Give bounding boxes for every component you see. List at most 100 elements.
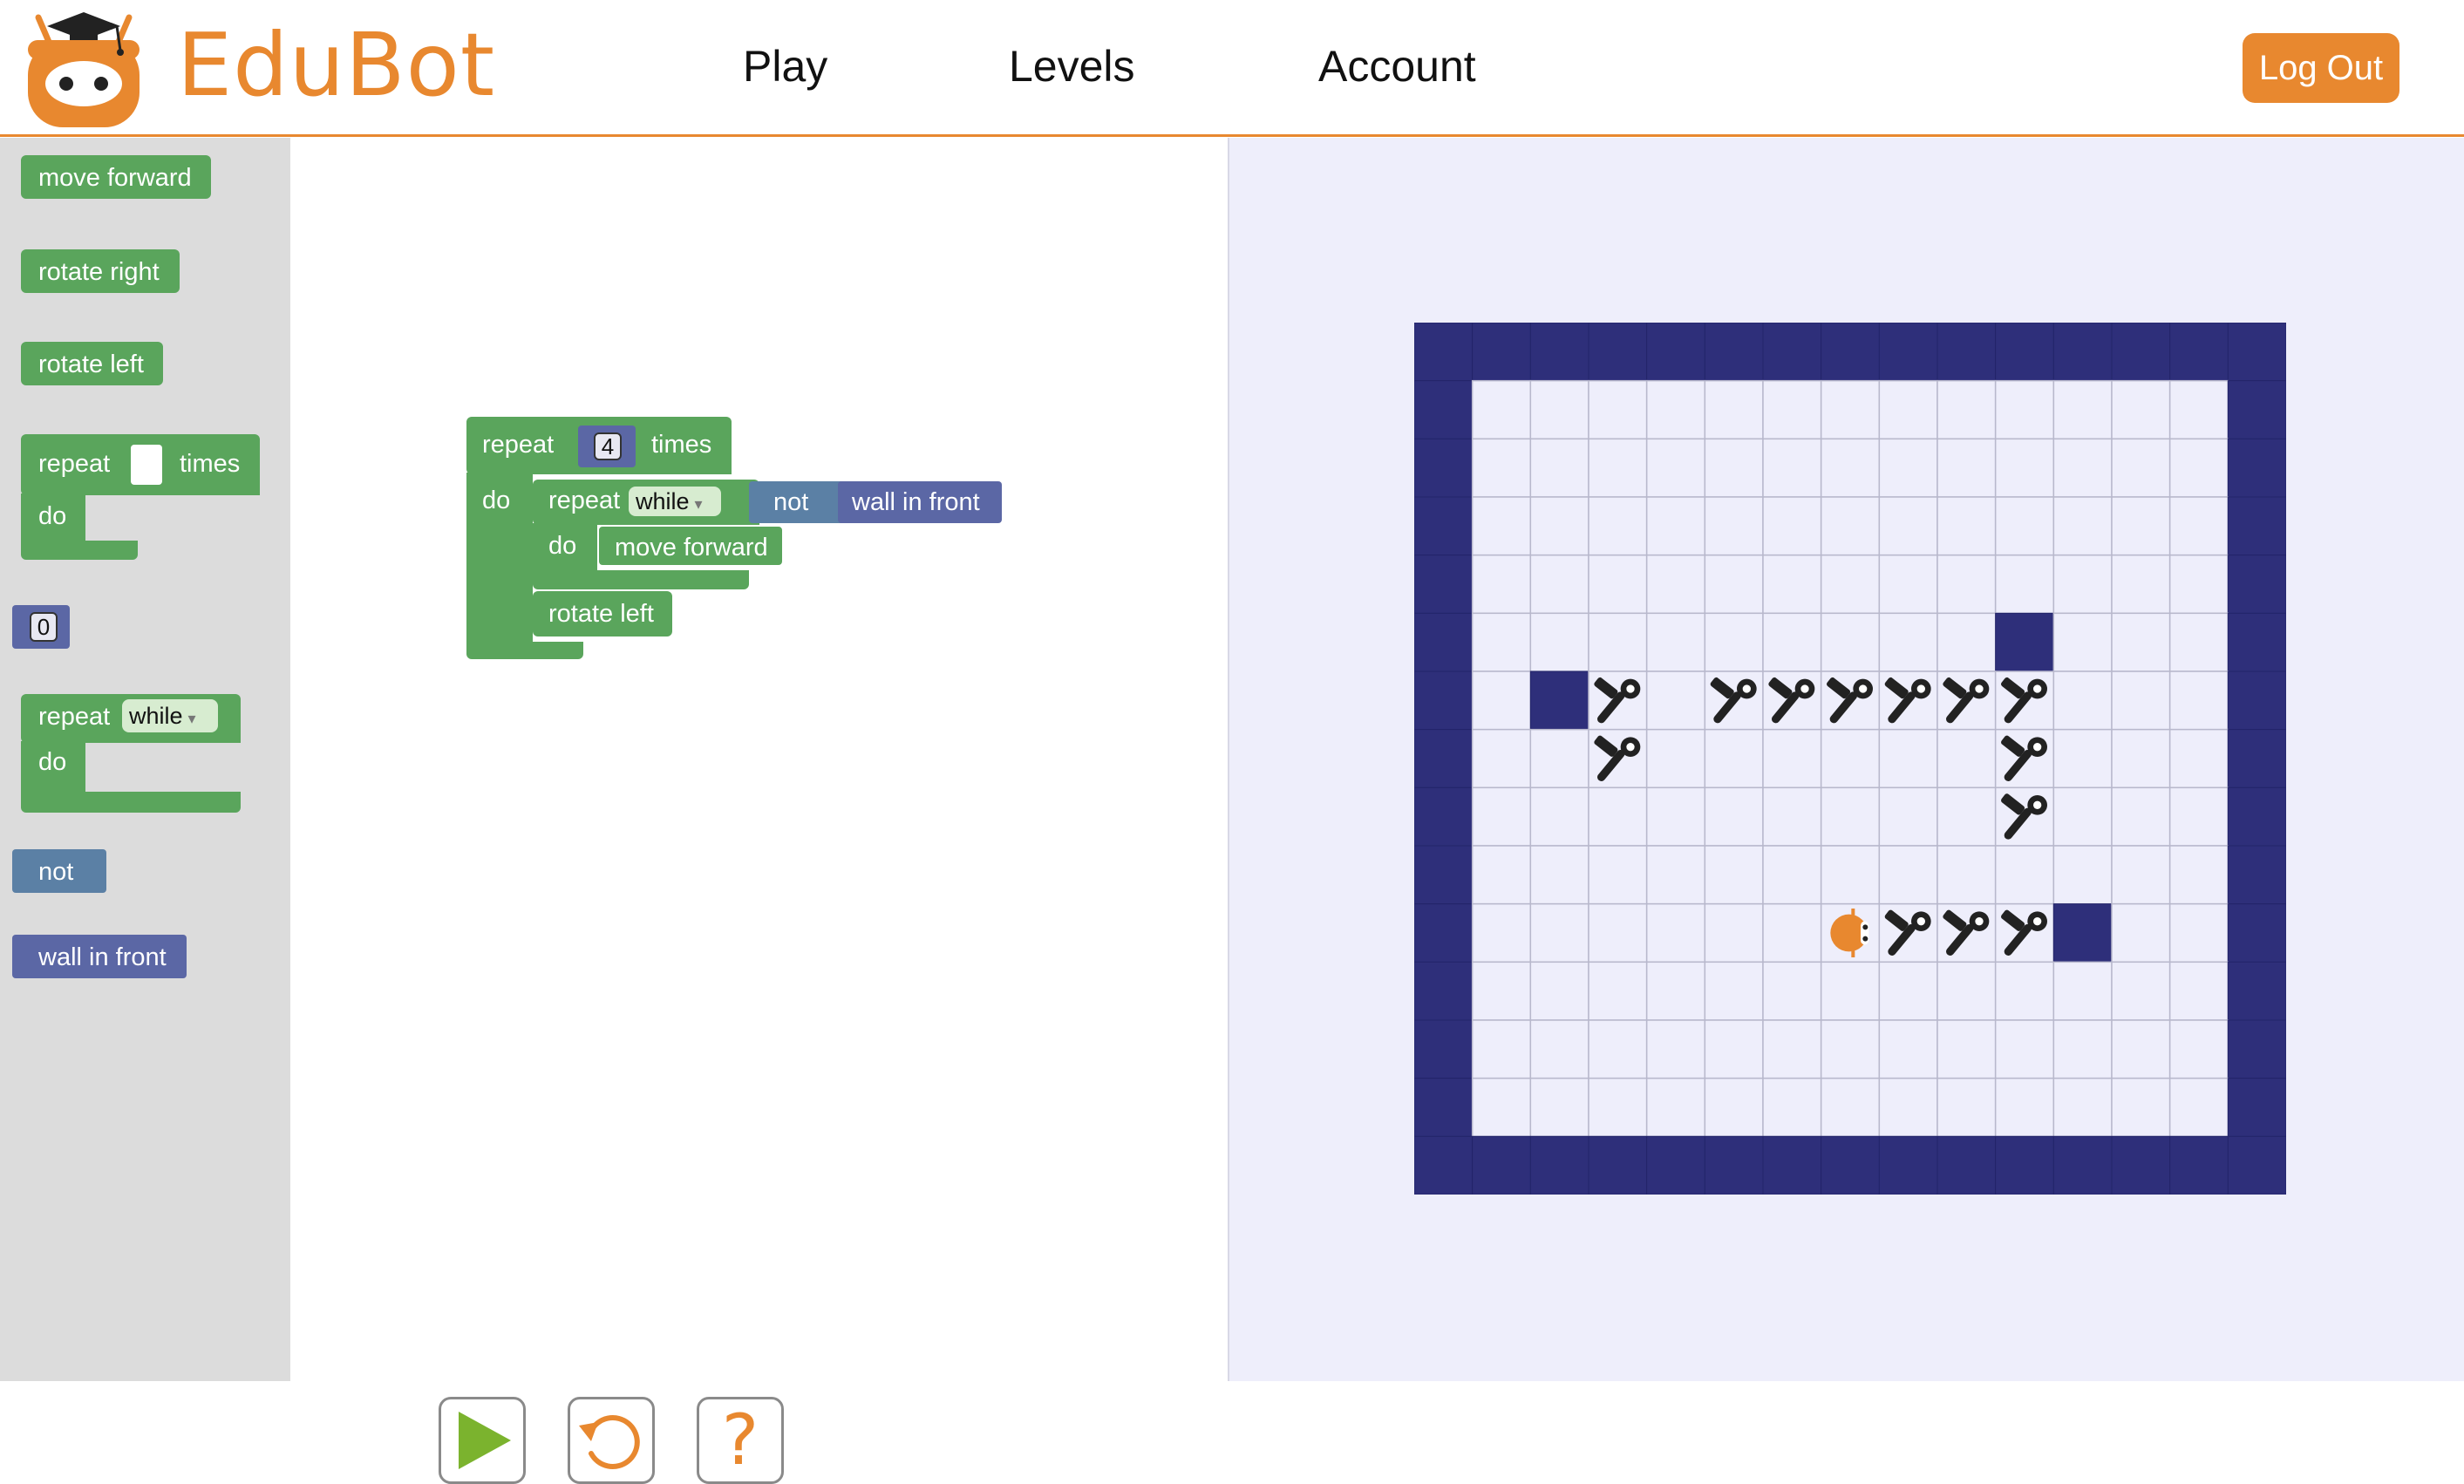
maze-floor-cell: [2111, 1019, 2171, 1079]
toolbox-number-block[interactable]: 0: [12, 605, 70, 649]
maze-floor-cell: [2111, 786, 2171, 847]
maze-floor-cell: [2111, 845, 2171, 905]
maze-floor-cell: [1936, 961, 1997, 1021]
do-label: do: [38, 502, 67, 530]
maze-floor-cell: [1704, 786, 1764, 847]
while-dropdown[interactable]: while ▾: [629, 487, 721, 516]
maze-floor-cell: [1645, 961, 1706, 1021]
maze-floor-cell: [1529, 845, 1589, 905]
maze-floor-cell: [1704, 612, 1764, 672]
reset-button[interactable]: [568, 1397, 655, 1484]
maze-floor-cell: [1936, 379, 1997, 440]
maze-wall-cell: [1414, 671, 1474, 731]
repeat-label: repeat: [38, 703, 111, 731]
maze-floor-cell: [1645, 438, 1706, 498]
maze-floor-cell: [1588, 902, 1648, 963]
toolbox-rotate-left-block[interactable]: rotate left: [21, 342, 163, 385]
maze-floor-cell: [1645, 496, 1706, 556]
maze-floor-cell: [1471, 671, 1532, 731]
maze-floor-cell: [1878, 554, 1938, 615]
maze-wall-cell: [2227, 729, 2286, 788]
maze-floor-cell: [2168, 671, 2229, 731]
maze-floor-cell: [2052, 671, 2113, 731]
maze-wall-cell: [2227, 496, 2286, 556]
code-workspace[interactable]: repeat 4 times do repeat while ▾ not wall…: [290, 138, 1229, 1484]
not-block[interactable]: not: [749, 481, 850, 523]
wall-in-front-block[interactable]: wall in front: [838, 481, 1002, 523]
maze-floor-cell: [2168, 554, 2229, 615]
toolbox-wall-in-front-block[interactable]: wall in front: [12, 935, 187, 978]
maze-wall-cell: [1704, 323, 1764, 382]
do-label: do: [482, 487, 511, 514]
maze-floor-cell: [2168, 612, 2229, 672]
maze-floor-cell: [1645, 554, 1706, 615]
maze-floor-cell: [2052, 1019, 2113, 1079]
maze-floor-cell: [2052, 1077, 2113, 1138]
block-label: move forward: [615, 534, 768, 562]
move-forward-block[interactable]: move forward: [597, 525, 784, 567]
maze-floor-cell: [1704, 961, 1764, 1021]
maze-floor-cell: [1529, 438, 1589, 498]
maze-wall-cell: [2227, 555, 2286, 614]
maze-floor-cell: [1471, 1077, 1532, 1138]
number-field[interactable]: 0: [30, 612, 58, 642]
maze-floor-cell: [1471, 438, 1532, 498]
maze-floor-cell: [1762, 845, 1822, 905]
while-dropdown[interactable]: while ▾: [122, 699, 218, 732]
maze-floor-cell: [1645, 379, 1706, 440]
maze-floor-cell: [1645, 845, 1706, 905]
maze-floor-cell: [1471, 554, 1532, 615]
maze-floor-cell: [1529, 961, 1589, 1021]
maze-floor-cell: [1588, 496, 1648, 556]
maze-wall-cell: [1414, 1078, 1474, 1137]
help-button[interactable]: ?: [697, 1397, 784, 1484]
toolbox-not-block[interactable]: not: [12, 849, 106, 893]
maze-wall-cell: [1472, 1135, 1531, 1195]
maze-floor-cell: [1994, 1077, 2055, 1138]
maze-wall-cell: [1472, 323, 1531, 382]
maze-wall-cell: [1414, 729, 1474, 788]
maze-floor-cell: [2168, 728, 2229, 789]
maze-floor-cell: [1704, 1019, 1764, 1079]
block-label: rotate left: [548, 600, 654, 628]
log-out-button[interactable]: Log Out: [2243, 33, 2399, 103]
empty-number-slot[interactable]: [131, 445, 162, 485]
maze-wall-cell: [1936, 323, 1997, 382]
nav-play[interactable]: Play: [743, 33, 827, 99]
maze-floor-cell: [1820, 728, 1881, 789]
toolbox-rotate-right-block[interactable]: rotate right: [21, 249, 180, 293]
maze-floor-cell: [1704, 1077, 1764, 1138]
maze-floor-cell: [1529, 554, 1589, 615]
maze-wall-cell: [2169, 323, 2229, 382]
maze-wall-cell: [1821, 323, 1880, 382]
run-button[interactable]: [439, 1397, 526, 1484]
maze-floor-cell: [1645, 902, 1706, 963]
maze-floor-cell: [1820, 612, 1881, 672]
nav-account[interactable]: Account: [1318, 33, 1476, 99]
rotate-left-block[interactable]: rotate left: [533, 591, 672, 636]
maze-floor-cell: [1704, 379, 1764, 440]
maze-floor-cell: [1994, 379, 2055, 440]
app-brand-title: EduBot: [177, 14, 496, 116]
maze-floor-cell: [1820, 845, 1881, 905]
maze-floor-cell: [1704, 496, 1764, 556]
maze-floor-cell: [1588, 961, 1648, 1021]
maze-floor-cell: [1936, 728, 1997, 789]
maze-wall-cell: [2227, 1135, 2286, 1195]
maze-wall-cell: [2227, 671, 2286, 731]
repeat-label: repeat: [38, 450, 111, 478]
repeat-block-bottom: [21, 541, 138, 560]
times-label: times: [180, 450, 241, 478]
condition-label: wall in front: [852, 488, 980, 516]
count-number-block[interactable]: 4: [578, 425, 636, 467]
maze-floor-cell: [1704, 438, 1764, 498]
maze-floor-cell: [2111, 379, 2171, 440]
toolbox-move-forward-block[interactable]: move forward: [21, 155, 211, 199]
edubot-logo-icon[interactable]: [23, 7, 145, 129]
repeat-count-field[interactable]: 4: [594, 432, 622, 460]
maze-floor-cell: [1471, 961, 1532, 1021]
maze-wall-cell: [2227, 903, 2286, 963]
maze-floor-cell: [2168, 1019, 2229, 1079]
maze-floor-cell: [2168, 902, 2229, 963]
nav-levels[interactable]: Levels: [1009, 33, 1135, 99]
